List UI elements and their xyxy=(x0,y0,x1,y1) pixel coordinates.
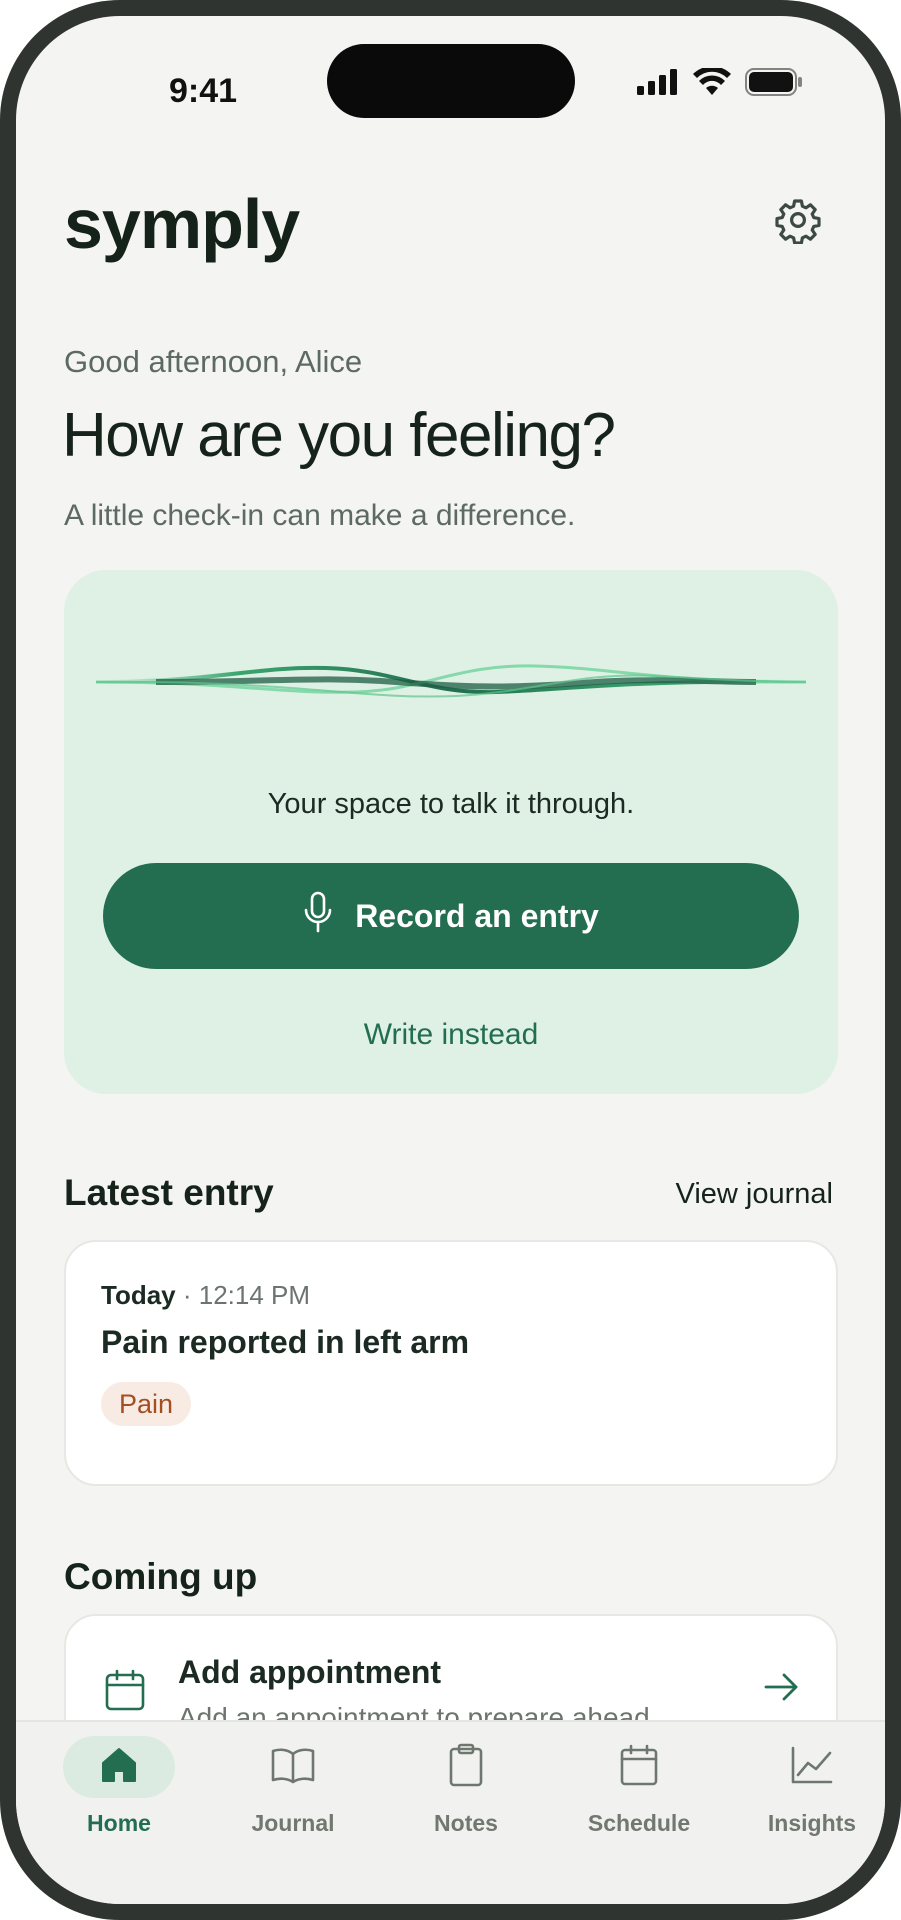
greeting-text: Good afternoon, Alice xyxy=(64,344,363,379)
latest-entry-heading: Latest entry xyxy=(64,1172,274,1213)
voice-entry-card: Your space to talk it through. Record an… xyxy=(64,570,838,1094)
entry-day: Today xyxy=(101,1280,176,1310)
tab-journal[interactable]: Journal xyxy=(218,1722,368,1842)
calendar-icon xyxy=(619,1743,659,1792)
entry-time: 12:14 PM xyxy=(198,1280,311,1310)
settings-button[interactable] xyxy=(770,194,826,250)
add-appointment-title: Add appointment xyxy=(178,1654,442,1690)
tab-notes-pill xyxy=(410,1736,522,1798)
page-title: How are you feeling? xyxy=(62,401,616,470)
battery-icon xyxy=(745,67,803,101)
entry-tag-badge: Pain xyxy=(101,1382,192,1426)
tab-schedule-label: Schedule xyxy=(587,1810,691,1836)
status-icons xyxy=(637,64,803,104)
tab-home-label: Home xyxy=(87,1810,151,1836)
chart-icon xyxy=(790,1745,834,1790)
calendar-icon xyxy=(104,1668,146,1717)
cellular-signal-icon xyxy=(637,68,679,100)
tab-journal-label: Journal xyxy=(251,1810,335,1836)
tab-home[interactable]: Home xyxy=(44,1722,194,1842)
arrow-right-icon xyxy=(764,1672,800,1707)
record-entry-label: Record an entry xyxy=(355,897,599,934)
tab-insights-label: Insights xyxy=(767,1810,857,1836)
home-icon xyxy=(99,1745,139,1790)
latest-entry-card[interactable]: Today · 12:14 PM Pain reported in left a… xyxy=(64,1240,838,1486)
write-instead-link[interactable]: Write instead xyxy=(64,1018,838,1052)
app-screen: 9:41 symply Good afternoon, Alice How ar… xyxy=(16,16,885,1904)
page-subtitle: A little check-in can make a difference. xyxy=(64,499,576,532)
gear-icon xyxy=(774,196,822,249)
microphone-icon xyxy=(303,891,333,941)
coming-up-heading: Coming up xyxy=(64,1556,258,1597)
view-journal-link[interactable]: View journal xyxy=(676,1178,833,1211)
app-logo: symply xyxy=(64,185,300,263)
voice-prompt-text: Your space to talk it through. xyxy=(267,788,635,820)
tab-notes-label: Notes xyxy=(434,1810,498,1836)
tab-schedule[interactable]: Schedule xyxy=(564,1722,714,1842)
entry-title: Pain reported in left arm xyxy=(101,1324,470,1360)
tab-home-pill xyxy=(63,1736,175,1798)
status-time: 9:41 xyxy=(168,72,238,110)
voice-waveform-graphic xyxy=(96,664,806,698)
book-icon xyxy=(271,1746,315,1789)
dynamic-island xyxy=(327,44,575,118)
clipboard-icon xyxy=(448,1743,484,1792)
tab-notes[interactable]: Notes xyxy=(391,1722,541,1842)
bottom-tab-bar: Home Journal Notes Schedule Insights xyxy=(16,1720,885,1904)
entry-separator: · xyxy=(175,1280,199,1310)
wifi-icon xyxy=(693,65,731,101)
tab-schedule-pill xyxy=(583,1736,695,1798)
record-entry-button[interactable]: Record an entry xyxy=(103,863,799,969)
tab-journal-pill xyxy=(237,1736,349,1798)
phone-frame: 9:41 symply Good afternoon, Alice How ar… xyxy=(0,0,901,1920)
tab-insights-pill xyxy=(756,1736,868,1798)
entry-timestamp: Today · 12:14 PM xyxy=(101,1280,310,1311)
tab-insights[interactable]: Insights xyxy=(737,1722,885,1842)
